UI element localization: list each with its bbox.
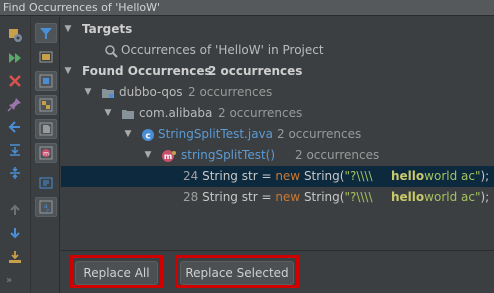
code-string-start: "?\\\\ <box>344 169 373 183</box>
expand-all-icon[interactable] <box>4 140 26 160</box>
java-class-icon: c <box>141 128 155 142</box>
svg-text:z: z <box>46 208 49 215</box>
line-number: 24 <box>183 169 199 183</box>
package-count: 2 occurrences <box>218 106 303 120</box>
group-by-file-icon[interactable] <box>35 119 57 139</box>
code-keyword: new <box>275 190 301 204</box>
code-prefix: String str = <box>202 169 276 183</box>
preview-icon[interactable] <box>35 47 57 67</box>
code-mid: String( <box>300 169 345 183</box>
package-label: com.alibaba <box>139 106 213 120</box>
code-match: hello <box>391 190 425 204</box>
usages-tree: ▼ Targets Occurrences of 'HelloW' in Pro… <box>61 17 494 249</box>
line-number: 28 <box>183 190 199 204</box>
sort-icon[interactable]: az <box>35 197 57 217</box>
code-suffix: ); <box>480 169 490 183</box>
code-mid: String( <box>300 190 345 204</box>
usage-row[interactable]: 28 String str = new String("?\\\\ hellow… <box>61 187 494 208</box>
close-icon[interactable] <box>4 71 26 91</box>
group-by-package-icon[interactable] <box>35 95 57 115</box>
tree-node-targets[interactable]: ▼ Targets <box>61 19 494 40</box>
down-arrow-icon[interactable] <box>4 223 26 243</box>
code-match: hello <box>391 169 425 183</box>
targets-label: Targets <box>82 22 133 36</box>
group-by-method-icon[interactable]: m <box>35 143 57 163</box>
module-folder-icon <box>101 86 115 100</box>
autoscroll-icon[interactable] <box>35 173 57 193</box>
export-icon[interactable] <box>4 247 26 267</box>
tree-node-target-occurrences[interactable]: Occurrences of 'HelloW' in Project <box>61 40 494 61</box>
code-suffix: ); <box>480 190 490 204</box>
search-icon <box>104 44 118 58</box>
tree-node-package[interactable]: ▼ com.alibaba 2 occurrences <box>61 103 494 124</box>
expand-arrow-icon[interactable]: ▼ <box>83 82 93 103</box>
found-occurrences-label: Found Occurrences <box>82 64 212 78</box>
tree-node-file[interactable]: ▼ c StringSplitTest.java 2 occurrences <box>61 124 494 145</box>
module-count: 2 occurrences <box>188 85 273 99</box>
rerun-icon[interactable] <box>4 48 26 68</box>
button-bar: Replace All Replace Selected <box>61 250 494 293</box>
code-string-end: world ac" <box>424 169 481 183</box>
pin-icon[interactable] <box>4 94 26 114</box>
file-count: 2 occurrences <box>277 127 362 141</box>
settings-icon[interactable] <box>4 25 26 45</box>
usage-row[interactable]: 24 String str = new String("?\\\\ hellow… <box>61 166 494 187</box>
code-prefix: String str = <box>202 190 276 204</box>
replace-all-button[interactable]: Replace All <box>75 261 158 285</box>
expand-arrow-icon[interactable]: ▼ <box>143 145 153 166</box>
tree-node-method[interactable]: ▼ m stringSplitTest() 2 occurrences <box>61 145 494 166</box>
left-toolbar: » <box>0 17 31 293</box>
group-by-module-icon[interactable] <box>35 71 57 91</box>
tree-node-module[interactable]: ▼ dubbo-qos 2 occurrences <box>61 82 494 103</box>
code-string-start: "?\\\\ <box>344 190 373 204</box>
code-string-end: world ac" <box>424 190 481 204</box>
filter-icon[interactable] <box>35 23 57 43</box>
file-label[interactable]: StringSplitTest.java <box>158 124 273 145</box>
code-keyword: new <box>275 169 301 183</box>
up-arrow-icon[interactable] <box>4 200 26 220</box>
module-label: dubbo-qos <box>119 85 183 99</box>
window-title: Find Occurrences of 'HelloW' <box>0 0 494 16</box>
expand-arrow-icon[interactable]: ▼ <box>63 19 73 40</box>
found-occurrences-count: 2 occurrences <box>208 64 303 78</box>
method-icon: m <box>161 149 176 163</box>
collapse-all-icon[interactable] <box>4 163 26 183</box>
method-label[interactable]: stringSplitTest() <box>181 145 275 166</box>
target-occurrences-label: Occurrences of 'HelloW' in Project <box>121 43 324 57</box>
svg-text:c: c <box>145 132 150 142</box>
expand-arrow-icon[interactable]: ▼ <box>123 124 133 145</box>
expand-arrow-icon[interactable]: ▼ <box>63 61 73 82</box>
previous-occurrence-icon[interactable] <box>4 117 26 137</box>
tree-node-found-occurrences[interactable]: ▼ Found Occurrences 2 occurrences <box>61 61 494 82</box>
svg-text:m: m <box>164 152 172 161</box>
package-icon <box>121 107 135 121</box>
svg-text:m: m <box>43 151 49 158</box>
replace-selected-button[interactable]: Replace Selected <box>180 261 294 285</box>
more-icon[interactable]: » <box>6 275 12 286</box>
expand-arrow-icon[interactable]: ▼ <box>103 103 113 124</box>
method-count: 2 occurrences <box>295 148 380 162</box>
view-options-toolbar: m az <box>31 17 60 293</box>
